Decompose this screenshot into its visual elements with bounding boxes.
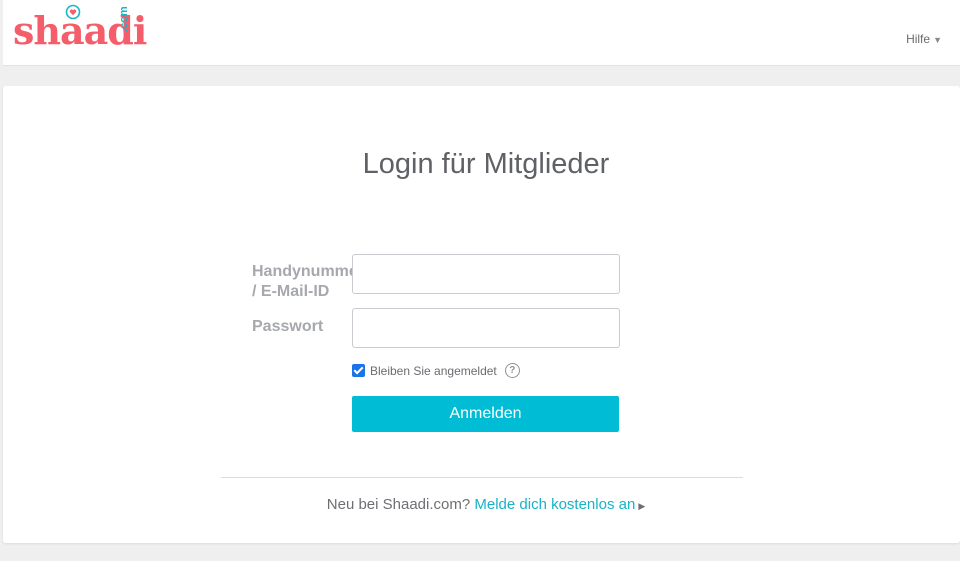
help-question-icon[interactable]: ? [504,363,520,378]
help-label: Hilfe [906,32,931,46]
remember-me-checkbox[interactable] [352,364,365,377]
username-input[interactable] [353,255,619,293]
page-title: Login für Mitglieder [362,148,610,180]
signup-prompt: Neu bei Shaadi.com? Melde dich kostenlos… [3,496,960,513]
password-input[interactable] [353,309,619,347]
help-menu[interactable]: Hilfe ▼ [906,32,942,46]
username-label-line2: / E-Mail-ID [252,283,330,300]
divider [221,477,743,478]
username-field-wrapper [352,254,620,294]
remember-me-label[interactable]: Bleiben Sie angemeldet [370,364,497,378]
password-label: Passwort [252,318,324,335]
password-field-wrapper [352,308,620,348]
signup-link[interactable]: Melde dich kostenlos an [474,496,635,513]
username-label: Handynummer / E-Mail-ID [252,262,352,302]
username-label-line1: Handynummer [252,263,352,280]
caret-down-icon: ▼ [933,35,942,45]
signup-link-label: Melde dich kostenlos an [474,496,636,513]
site-header: shaadi .com Hilfe ▼ [3,0,960,66]
heart-icon [65,4,81,20]
login-button[interactable]: Anmelden [352,396,619,432]
login-card: Login für Mitglieder Handynummer / E-Mai… [3,86,960,543]
logo-suffix: .com [118,6,130,32]
signup-question: Neu bei Shaadi.com? [326,496,471,513]
remember-me: Bleiben Sie angemeldet ? [352,363,520,378]
arrow-right-icon: ▶ [638,501,646,511]
